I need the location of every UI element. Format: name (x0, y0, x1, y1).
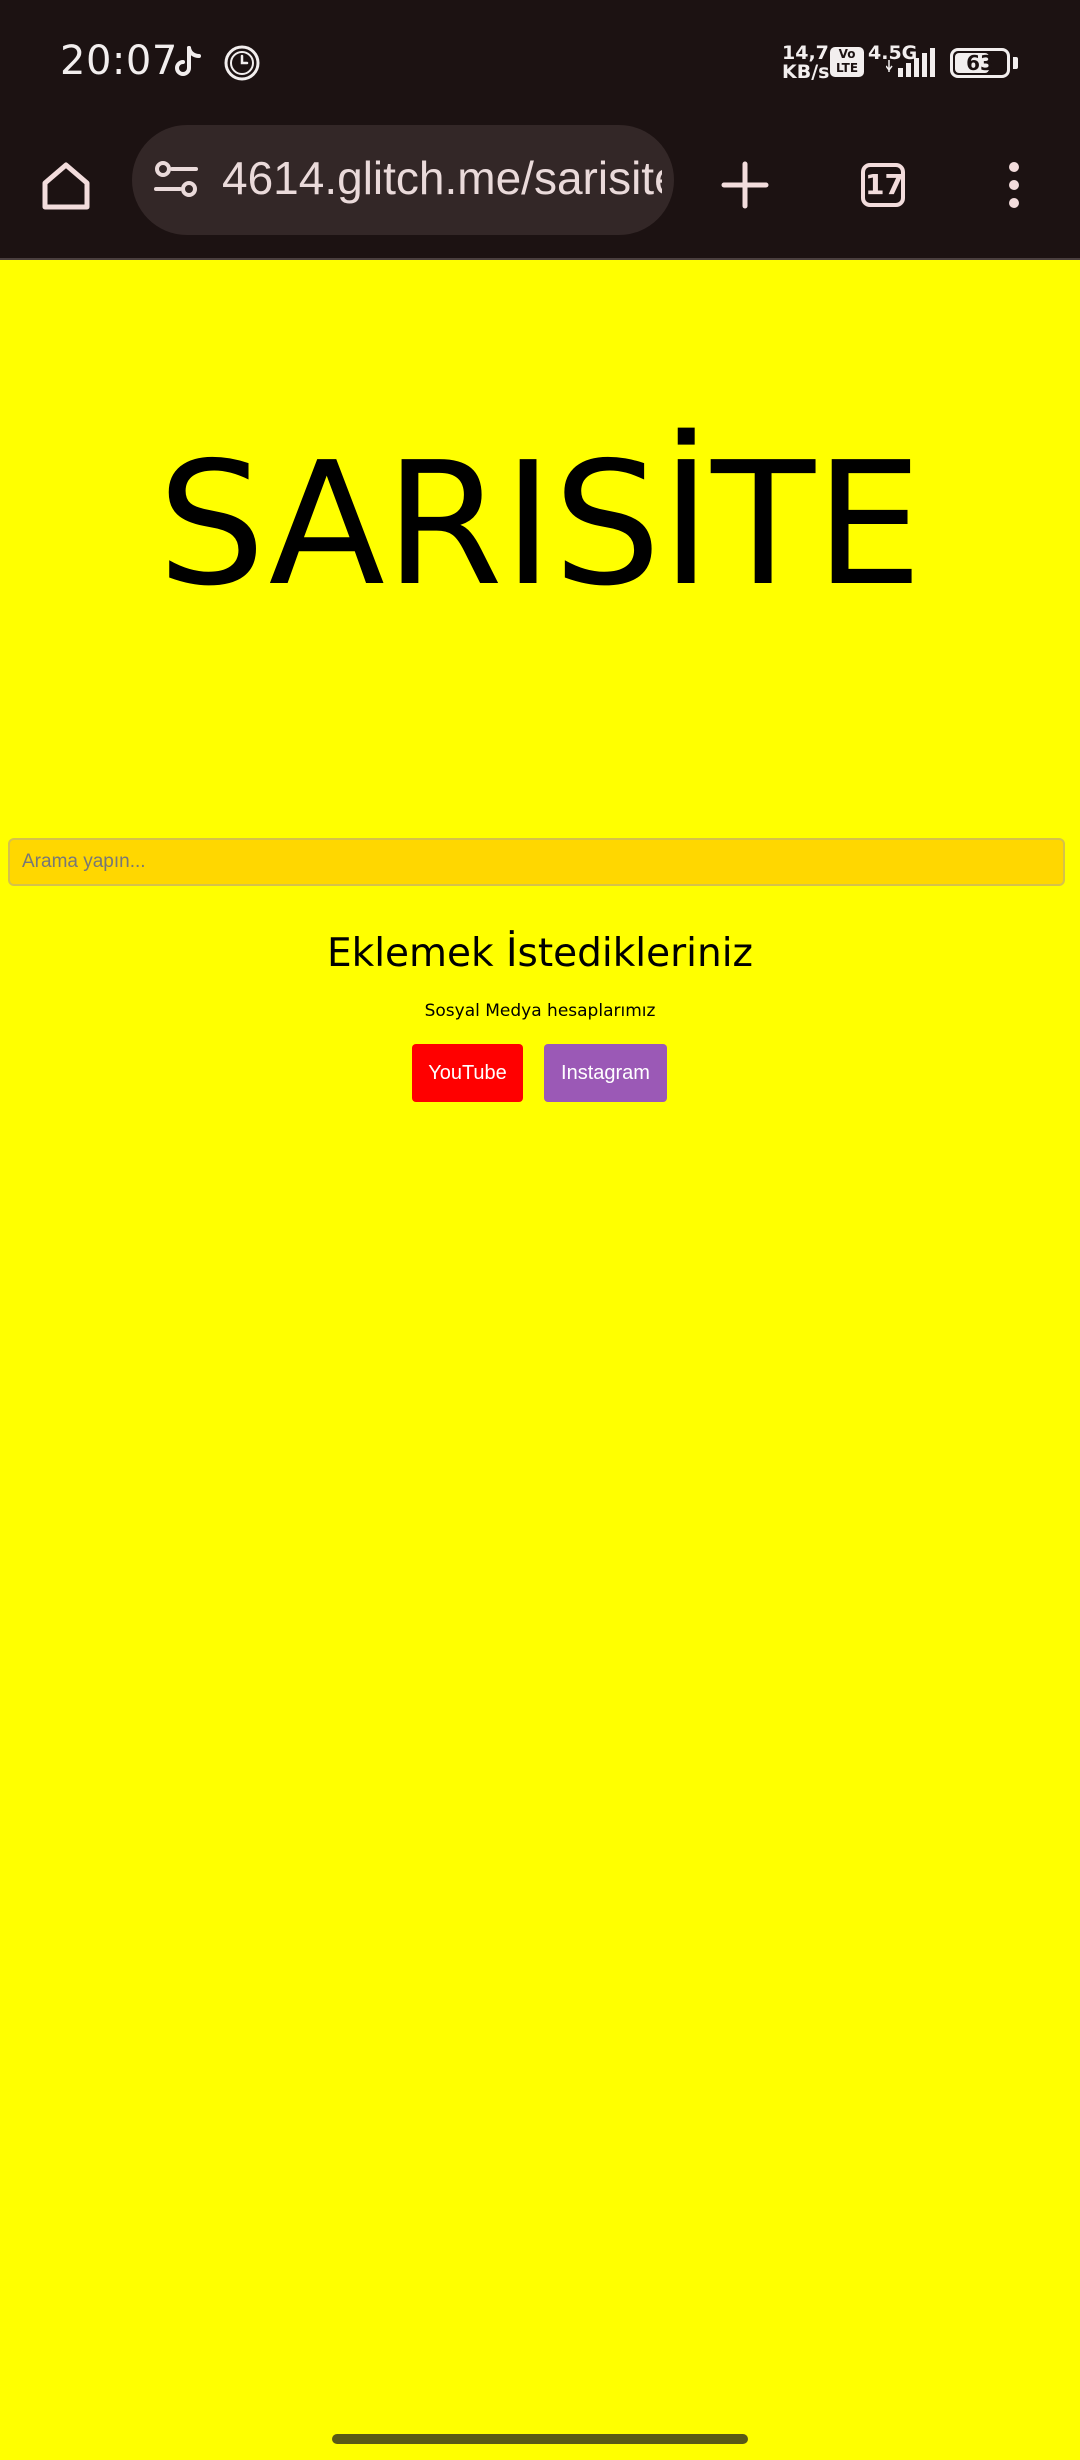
signal-icon (885, 48, 938, 83)
more-menu-button[interactable] (984, 150, 1044, 220)
address-text[interactable]: 4614.glitch.me/sarisite (222, 151, 662, 205)
new-tab-button[interactable] (710, 150, 780, 220)
instagram-button[interactable]: Instagram (544, 1044, 667, 1102)
gesture-navigation-bar[interactable] (332, 2434, 748, 2444)
new-tab-icon (721, 161, 769, 209)
network-speed-unit: KB/s (782, 61, 830, 83)
status-bar: 20:07 14,7 KB/s Vo LTE 4.5G 63 (0, 0, 1080, 125)
browser-toolbar: 4614.glitch.me/sarisite 17 (0, 125, 1080, 260)
volte-badge: Vo LTE (830, 47, 864, 77)
site-settings-icon[interactable] (154, 159, 198, 204)
clock-icon (222, 43, 262, 88)
address-bar[interactable]: 4614.glitch.me/sarisite (132, 125, 674, 235)
tab-switcher-button[interactable]: 17 (848, 150, 918, 220)
battery-icon: 63 (950, 48, 1010, 78)
home-button[interactable] (30, 150, 102, 222)
tab-switcher-icon: 17 (861, 163, 905, 207)
tiktok-icon (172, 45, 206, 86)
section-heading: Eklemek İstedikleriniz (326, 931, 754, 976)
status-time: 20:07 (60, 38, 178, 84)
more-menu-icon (1009, 162, 1019, 208)
section-subtitle: Sosyal Medya hesaplarımız (424, 1001, 656, 1021)
network-speed: 14,7 KB/s (782, 44, 830, 83)
search-input[interactable] (8, 838, 1065, 886)
volte-line2: LTE (835, 61, 859, 75)
volte-line1: Vo (838, 47, 856, 61)
site-title: SARISİTE (157, 426, 923, 624)
battery-tip (1013, 57, 1018, 69)
youtube-button[interactable]: YouTube (412, 1044, 523, 1102)
tabs-count: 17 (865, 168, 904, 201)
home-icon (42, 162, 90, 210)
battery-level: 63 (966, 51, 994, 75)
